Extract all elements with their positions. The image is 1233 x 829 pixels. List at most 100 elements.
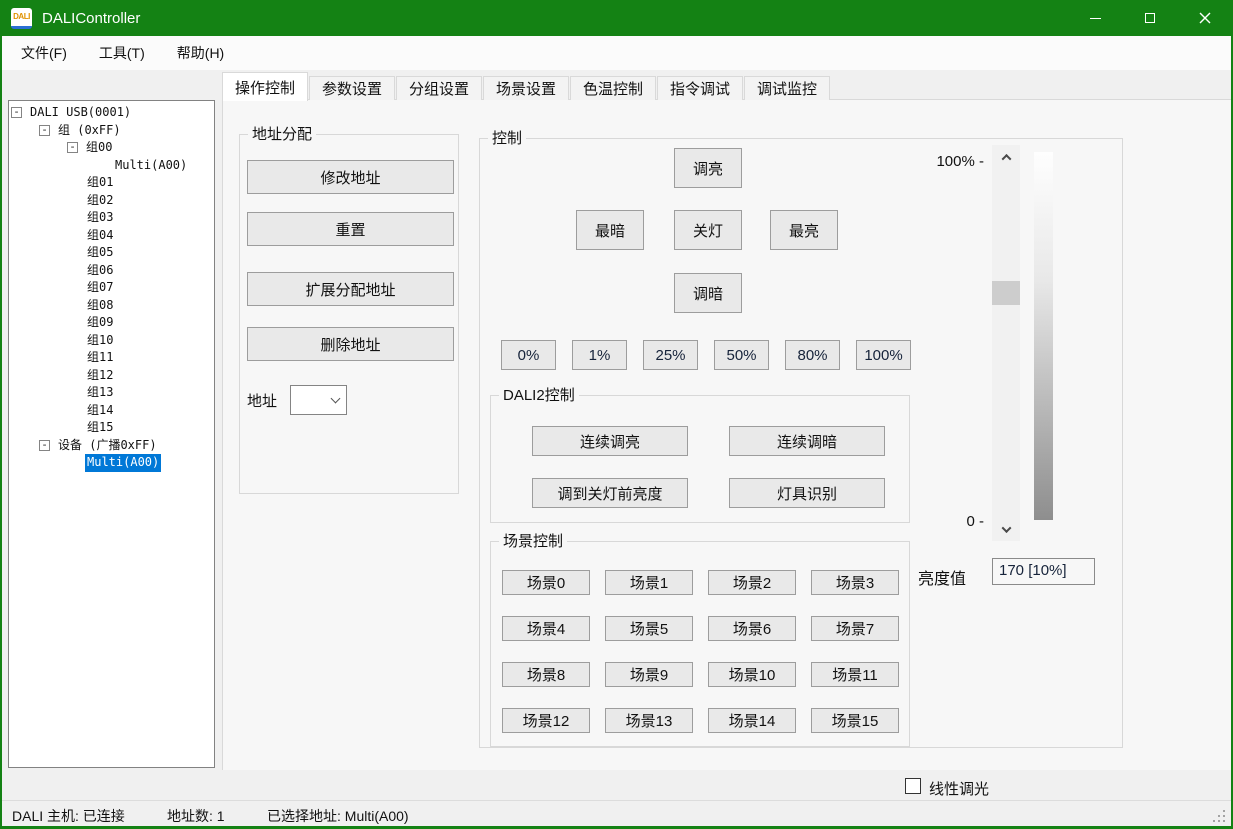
percent-button[interactable]: 80% [785, 340, 840, 370]
tree-item[interactable]: 组00 [9, 139, 214, 157]
tree-item-label: 组15 [85, 419, 115, 437]
percent-button[interactable]: 100% [856, 340, 911, 370]
status-bar: DALI 主机: 已连接 地址数: 1 已选择地址: Multi(A00) [2, 800, 1231, 826]
tree-item-label: Multi(A00) [85, 454, 161, 472]
tab[interactable]: 指令调试 [657, 76, 743, 100]
address-action-button[interactable]: 删除地址 [247, 327, 454, 361]
tree-item[interactable]: 组10 [9, 332, 214, 350]
tree-item[interactable]: DALI USB(0001) [9, 104, 214, 122]
tab[interactable]: 操作控制 [222, 72, 308, 101]
dali2-button[interactable]: 连续调亮 [532, 426, 688, 456]
tree-item[interactable]: 组14 [9, 402, 214, 420]
brightness-value-box[interactable]: 170 [10%] [992, 558, 1095, 585]
control-group-title: 控制 [488, 129, 526, 148]
tree-item[interactable]: 组 (0xFF) [9, 122, 214, 140]
scene-button[interactable]: 场景3 [811, 570, 899, 595]
percent-button[interactable]: 50% [714, 340, 769, 370]
percent-button[interactable]: 1% [572, 340, 627, 370]
scene-button[interactable]: 场景9 [605, 662, 693, 687]
tree-item[interactable]: 组06 [9, 262, 214, 280]
dali2-button[interactable]: 连续调暗 [729, 426, 885, 456]
tree-item[interactable]: 组15 [9, 419, 214, 437]
tree-item[interactable]: 组01 [9, 174, 214, 192]
device-tree[interactable]: DALI USB(0001) 组 (0xFF) 组00 Multi(A00) 组… [8, 100, 215, 768]
app-icon: DALI [11, 8, 32, 29]
maximize-icon [1145, 13, 1155, 23]
titlebar[interactable]: DALI DALIController [0, 0, 1233, 36]
scene-button[interactable]: 场景12 [502, 708, 590, 733]
light-off-button[interactable]: 关灯 [674, 210, 742, 250]
scene-button[interactable]: 场景15 [811, 708, 899, 733]
dali2-control-group: DALI2控制 连续调亮连续调暗调到关灯前亮度灯具识别 [490, 395, 910, 523]
scene-button[interactable]: 场景0 [502, 570, 590, 595]
reset-button[interactable]: 重置 [247, 212, 454, 246]
scroll-down-button[interactable] [992, 517, 1020, 541]
chevron-down-icon [1001, 523, 1011, 533]
brighten-button[interactable]: 调亮 [674, 148, 742, 188]
percent-button[interactable]: 0% [501, 340, 556, 370]
linear-dimming-checkbox[interactable] [905, 778, 921, 794]
tree-collapse-icon[interactable] [39, 125, 50, 136]
minimize-button[interactable] [1072, 0, 1118, 36]
menu-item[interactable]: 工具(T) [88, 36, 156, 70]
status-selected-address: 已选择地址: Multi(A00) [267, 806, 409, 826]
address-combobox[interactable] [290, 385, 347, 415]
operation-tab-page: 地址分配 搜索有地址的设备全新分配地址扩展分配地址删除地址 地址 修改地址 重置… [222, 99, 1231, 770]
scene-button[interactable]: 场景2 [708, 570, 796, 595]
dali2-button[interactable]: 调到关灯前亮度 [532, 478, 688, 508]
scene-button[interactable]: 场景6 [708, 616, 796, 641]
tree-item-label: 组05 [85, 244, 115, 262]
brightest-button[interactable]: 最亮 [770, 210, 838, 250]
tree-item[interactable]: 组08 [9, 297, 214, 315]
tree-item[interactable]: 组04 [9, 227, 214, 245]
tree-item[interactable]: 组02 [9, 192, 214, 210]
scene-button[interactable]: 场景4 [502, 616, 590, 641]
scene-button[interactable]: 场景13 [605, 708, 693, 733]
menu-item[interactable]: 帮助(H) [166, 36, 235, 70]
linear-dimming-label: 线性调光 [929, 778, 989, 799]
percent-button[interactable]: 25% [643, 340, 698, 370]
tree-item-label: 组08 [85, 297, 115, 315]
maximize-button[interactable] [1127, 0, 1173, 36]
scene-button[interactable]: 场景1 [605, 570, 693, 595]
tree-item-label: 组00 [84, 139, 114, 157]
tree-collapse-icon[interactable] [11, 107, 22, 118]
scene-button[interactable]: 场景7 [811, 616, 899, 641]
brightness-scrollbar[interactable] [992, 145, 1020, 541]
scene-button[interactable]: 场景8 [502, 662, 590, 687]
app-window: DALI DALIController 文件(F) 工具(T) 帮助(H) DALI… [0, 0, 1233, 829]
tree-collapse-icon[interactable] [67, 142, 78, 153]
tree-item[interactable]: 组07 [9, 279, 214, 297]
tree-item[interactable]: 组13 [9, 384, 214, 402]
tab[interactable]: 分组设置 [396, 76, 482, 100]
tree-item[interactable]: 设备 (广播0xFF) [9, 437, 214, 455]
tab[interactable]: 场景设置 [483, 76, 569, 100]
tree-item[interactable]: 组03 [9, 209, 214, 227]
scene-button[interactable]: 场景11 [811, 662, 899, 687]
tree-item[interactable]: 组12 [9, 367, 214, 385]
menu-item[interactable]: 文件(F) [10, 36, 78, 70]
tree-item[interactable]: Multi(A00) [9, 454, 214, 472]
scrollbar-thumb[interactable] [992, 281, 1020, 305]
tree-item[interactable]: 组05 [9, 244, 214, 262]
address-action-button[interactable]: 扩展分配地址 [247, 272, 454, 306]
close-button[interactable] [1182, 0, 1228, 36]
tree-item[interactable]: 组11 [9, 349, 214, 367]
darkest-button[interactable]: 最暗 [576, 210, 644, 250]
tree-item-label: 组02 [85, 192, 115, 210]
scene-button[interactable]: 场景5 [605, 616, 693, 641]
resize-grip[interactable] [1213, 810, 1215, 812]
tab[interactable]: 调试监控 [744, 76, 830, 100]
modify-address-button[interactable]: 修改地址 [247, 160, 454, 194]
close-icon [1199, 12, 1211, 24]
tree-item[interactable]: Multi(A00) [9, 157, 214, 175]
scroll-up-button[interactable] [992, 145, 1020, 169]
tree-collapse-icon[interactable] [39, 440, 50, 451]
dim-button[interactable]: 调暗 [674, 273, 742, 313]
scene-button[interactable]: 场景10 [708, 662, 796, 687]
scene-button[interactable]: 场景14 [708, 708, 796, 733]
tab[interactable]: 参数设置 [309, 76, 395, 100]
dali2-button[interactable]: 灯具识别 [729, 478, 885, 508]
tree-item[interactable]: 组09 [9, 314, 214, 332]
tab[interactable]: 色温控制 [570, 76, 656, 100]
